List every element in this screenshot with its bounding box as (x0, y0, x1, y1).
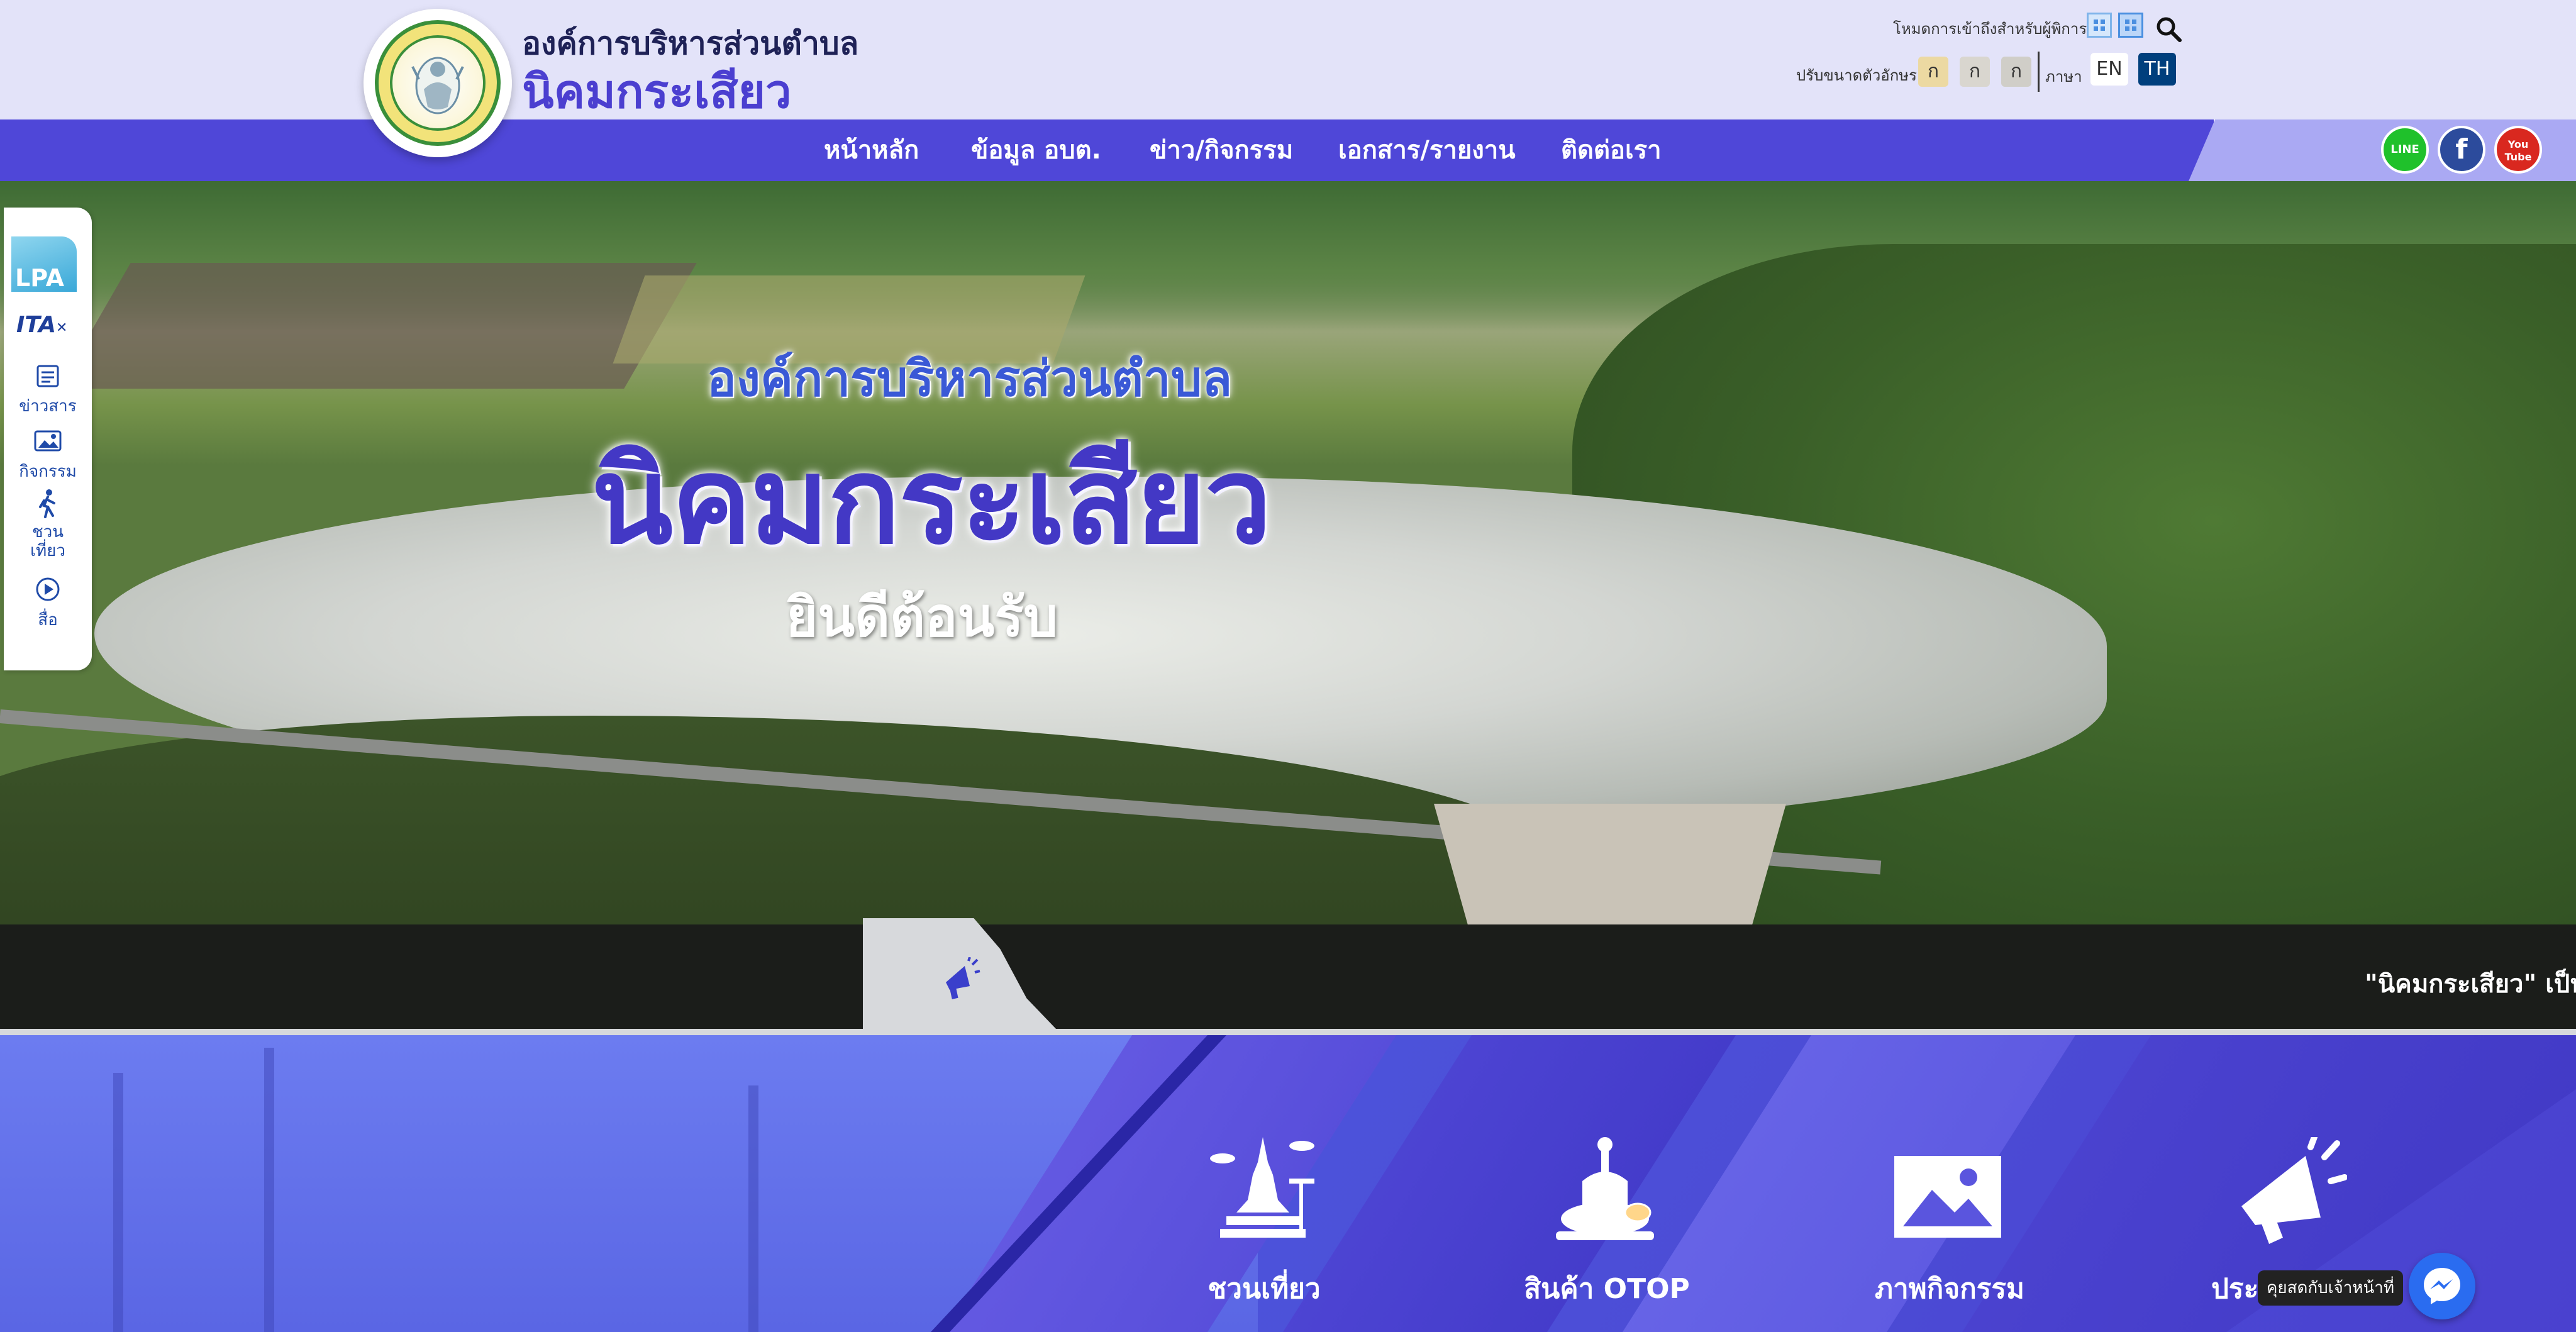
hiker-icon (39, 489, 55, 518)
nav-about[interactable]: ข้อมูล อบต. (971, 130, 1101, 170)
megaphone-icon (946, 957, 980, 999)
announcement-bar (0, 924, 2576, 1035)
image-icon (34, 430, 62, 452)
accessibility-mode-label: โหมดการเข้าถึงสำหรับผู้พิการ (1893, 20, 2087, 38)
font-size-medium-button[interactable]: ก (1960, 57, 1990, 87)
play-icon (36, 577, 60, 601)
gallery-icon (1894, 1156, 2001, 1238)
header-divider (2038, 52, 2040, 92)
side-item-news-label: ข่าวสาร (19, 397, 77, 416)
nav-news[interactable]: ข่าว/กิจกรรม (1150, 130, 1293, 170)
announcement-text[interactable]: "นิคมกระเสียว" เป็นเ (2365, 963, 2576, 1004)
normal-view-button[interactable] (2087, 13, 2112, 38)
lpa-link[interactable]: LPA (11, 236, 77, 292)
side-item-news[interactable]: ข่าวสาร (4, 364, 92, 419)
org-logo[interactable] (364, 9, 512, 157)
service-tour-label: ชวนเที่ยว (1208, 1273, 1321, 1305)
font-size-label: ปรับขนาดตัวอักษร (1796, 67, 1917, 84)
ita-label: ITA (16, 312, 57, 338)
seal-emblem-icon (411, 57, 464, 114)
lpa-label: LPA (15, 264, 64, 292)
grid-icon (2125, 19, 2136, 31)
messenger-icon (2424, 1268, 2460, 1304)
otop-product-icon (1556, 1137, 1654, 1240)
language-en-button[interactable]: EN (2090, 53, 2128, 86)
background-tree (264, 1048, 274, 1332)
side-item-media-label: สื่อ (38, 611, 58, 630)
hero-title: นิคมกระเสียว (591, 431, 1272, 570)
side-item-travel[interactable]: ชวน เที่ยว (4, 488, 92, 560)
high-contrast-view-button[interactable] (2118, 13, 2143, 38)
hero-dam (1434, 804, 1786, 930)
side-item-activities[interactable]: กิจกรรม (4, 429, 92, 484)
facebook-label: f (2455, 133, 2468, 165)
grid-icon (2094, 19, 2105, 31)
line-icon[interactable]: LINE (2381, 126, 2429, 174)
hero-banner (0, 181, 2576, 930)
side-item-media[interactable]: สื่อ (4, 576, 92, 633)
side-quick-menu: LPA ITA✕ ข่าวสาร กิจกรรม ชวน เที่ยว สื่อ (4, 208, 92, 670)
chat-tooltip: คุยสดกับเจ้าหน้าที่ (2258, 1270, 2403, 1306)
font-size-small-button[interactable]: ก (1918, 57, 1948, 87)
language-label: ภาษา (2045, 68, 2082, 86)
ita-link[interactable]: ITA✕ (16, 312, 67, 338)
hero-field (58, 263, 697, 389)
background-pole (748, 1085, 758, 1332)
background-tree (113, 1073, 123, 1332)
org-name[interactable]: นิคมกระเสียว (522, 54, 792, 128)
announcement-edge (0, 1029, 2576, 1035)
language-th-button[interactable]: TH (2138, 53, 2176, 86)
pagoda-icon (1210, 1137, 1314, 1238)
youtube-icon[interactable]: You Tube (2494, 126, 2542, 174)
messenger-chat-button[interactable] (2409, 1253, 2475, 1319)
service-otop-label: สินค้า OTOP (1524, 1273, 1690, 1305)
search-icon[interactable] (2155, 15, 2182, 43)
hero-welcome: ยินดีต้อนรับ (786, 586, 1058, 649)
nav-home[interactable]: หน้าหลัก (824, 130, 919, 170)
side-item-activities-label: กิจกรรม (19, 462, 77, 481)
facebook-icon[interactable]: f (2438, 126, 2485, 174)
side-item-travel-label: ชวน เที่ยว (30, 523, 65, 560)
line-label: LINE (2390, 143, 2419, 156)
nav-documents[interactable]: เอกสาร/รายงาน (1338, 130, 1516, 170)
nav-contact[interactable]: ติดต่อเรา (1561, 130, 1662, 170)
service-gallery-label: ภาพกิจกรรม (1874, 1273, 2025, 1305)
font-size-large-button[interactable]: ก (2001, 57, 2031, 87)
megaphone-icon (2241, 1137, 2347, 1244)
main-nav (0, 119, 2214, 181)
newspaper-icon (36, 365, 59, 387)
youtube-label: You Tube (2504, 138, 2532, 163)
